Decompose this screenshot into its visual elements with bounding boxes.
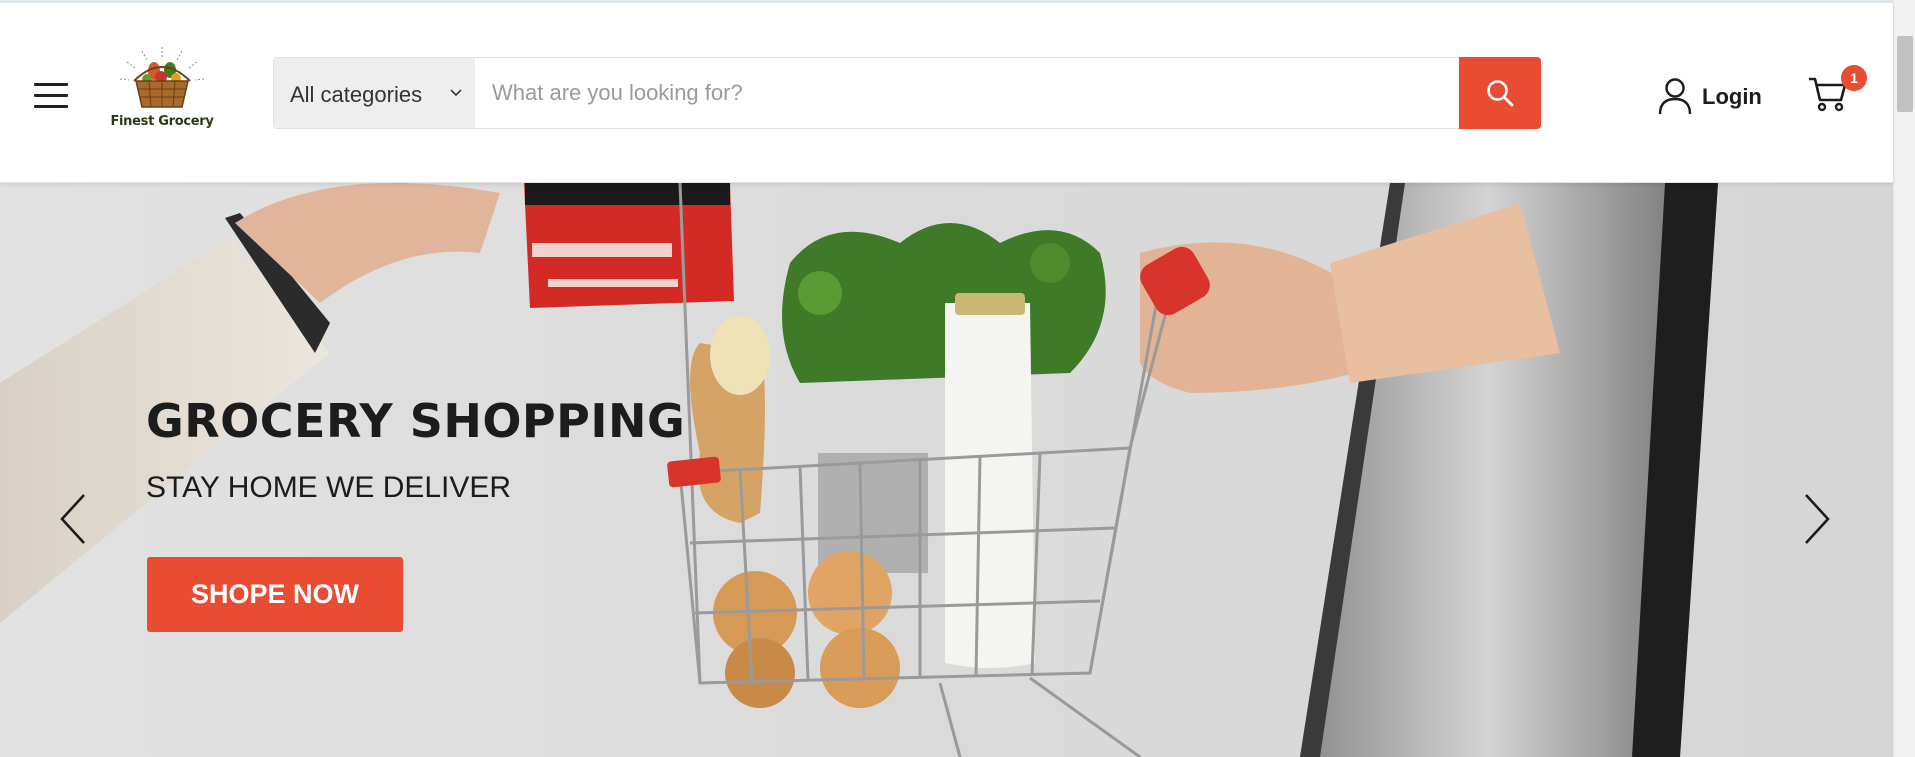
chevron-left-icon: [60, 494, 85, 544]
shop-now-button[interactable]: SHOPE NOW: [147, 557, 403, 632]
cart-count-badge: 1: [1841, 65, 1867, 91]
page-scrollbar[interactable]: [1893, 0, 1915, 757]
hero-slider: GROCERY SHOPPING STAY HOME WE DELIVER SH…: [0, 183, 1893, 757]
slider-prev-button[interactable]: [54, 489, 94, 549]
slider-next-button[interactable]: [1796, 489, 1836, 549]
shopping-cart-image: [667, 183, 1210, 757]
site-header: Finest Grocery All categories What are y…: [0, 3, 1893, 183]
category-select[interactable]: All categories: [274, 58, 475, 128]
brand-logo[interactable]: Finest Grocery: [104, 45, 220, 137]
search-icon: [1487, 80, 1514, 107]
login-label: Login: [1702, 84, 1762, 109]
search-button[interactable]: [1459, 57, 1541, 129]
hero-image: [0, 183, 1718, 757]
chevron-right-icon: [1805, 494, 1830, 544]
hamburger-menu-icon[interactable]: [34, 81, 68, 109]
hero-title: GROCERY SHOPPING: [146, 394, 686, 448]
user-icon: [1658, 78, 1692, 115]
search-bar: All categories: [273, 57, 1541, 129]
basket-logo-icon: [119, 47, 205, 108]
search-input[interactable]: [476, 58, 1460, 128]
credit-card-image: [524, 183, 734, 308]
hero-subtitle: STAY HOME WE DELIVER: [146, 471, 512, 504]
cart-button[interactable]: 1: [1806, 63, 1868, 119]
category-select-label: All categories: [290, 82, 423, 107]
brand-name: Finest Grocery: [110, 114, 214, 129]
page: Finest Grocery All categories What are y…: [0, 0, 1915, 757]
scrollbar-thumb[interactable]: [1897, 36, 1913, 112]
chevron-down-icon: [450, 89, 462, 97]
